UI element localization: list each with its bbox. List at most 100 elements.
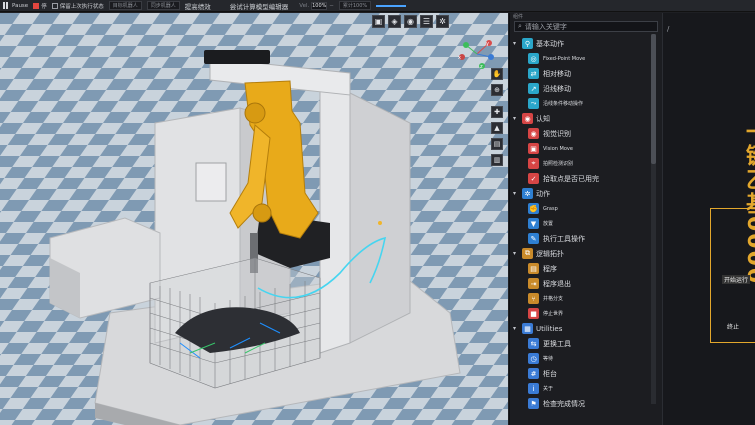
camera: [204, 50, 270, 64]
component-item[interactable]: ⌖ 拍照检测识别: [510, 156, 657, 171]
eye-icon[interactable]: ◉: [404, 15, 417, 28]
speed-decrease-icon[interactable]: −: [329, 3, 334, 9]
flag-icon: ⚑: [528, 398, 539, 409]
speed-control: Vel. 100% −: [299, 1, 334, 10]
stop-button[interactable]: 停: [33, 2, 47, 10]
speed-value[interactable]: 100%: [311, 1, 328, 10]
component-item[interactable]: ⇄ 相对移动: [510, 66, 657, 81]
panel-scrollbar[interactable]: [651, 34, 656, 404]
component-item[interactable]: ⚑ 检查完成情况: [510, 396, 657, 411]
line-icon: ↗: [528, 83, 539, 94]
pause-label: Pause: [12, 2, 29, 9]
component-panel: 组件 ⌕ 请输入关键字 ▾ ⚲ 基本动作 ◎ Fixed-Point Move ⇄ 相对移动…: [509, 13, 662, 425]
search-input[interactable]: ⌕ 请输入关键字: [514, 21, 658, 32]
category-2[interactable]: ▾ ✲ 动作: [510, 186, 657, 201]
caret-down-icon[interactable]: ▾: [513, 40, 519, 47]
component-item[interactable]: ⇥ 程序退出: [510, 276, 657, 291]
component-item-label: 程序: [543, 264, 557, 273]
waypoint: [378, 221, 382, 225]
caret-down-icon[interactable]: ▾: [513, 190, 519, 197]
frame-icon[interactable]: ▥: [491, 154, 503, 166]
component-item[interactable]: ▤ 程序: [510, 261, 657, 276]
gizmo-y-label: y: [486, 41, 489, 47]
category-1[interactable]: ▾ ◉ 认知: [510, 111, 657, 126]
component-item-label: 检查完成情况: [543, 399, 585, 408]
caret-down-icon[interactable]: ▾: [513, 250, 519, 257]
stop-label: 停: [41, 3, 47, 10]
component-item[interactable]: ⤳ 沿线条件移动操作: [510, 96, 657, 111]
component-item[interactable]: ■ 停止世界: [510, 306, 657, 321]
scrollbar-thumb[interactable]: [651, 34, 656, 164]
category-label: 逻辑拓扑: [536, 249, 564, 258]
component-item[interactable]: ◷ 等待: [510, 351, 657, 366]
component-item[interactable]: ◉ 视觉识别: [510, 126, 657, 141]
component-item[interactable]: ↗ 沿线移动: [510, 81, 657, 96]
component-item-label: 放置: [543, 221, 554, 227]
zoom-icon[interactable]: ⊕: [491, 84, 503, 96]
component-item[interactable]: ▼ 放置: [510, 216, 657, 231]
window-title-text: 尝试计算模型编辑器: [229, 2, 289, 11]
ruler-icon[interactable]: ▲: [491, 122, 503, 134]
component-item-label: 相对移动: [543, 69, 571, 78]
panel-header: 组件: [513, 14, 524, 20]
category-label: Utilities: [536, 324, 563, 333]
component-item-label: 等待: [543, 356, 554, 362]
hand-icon[interactable]: ✋: [491, 68, 503, 80]
keep-state-label: 保留上次执行状态: [59, 3, 104, 10]
flow-node-tab[interactable]: 开始运行: [722, 275, 751, 284]
gear-icon[interactable]: ✲: [436, 15, 449, 28]
path-icon: ⤳: [528, 98, 539, 109]
component-item[interactable]: ◎ Fixed-Point Move: [510, 51, 657, 66]
component-item[interactable]: i 关于: [510, 381, 657, 396]
component-item-label: 执行工具操作: [543, 234, 585, 243]
scan-icon: ⌖: [528, 158, 539, 169]
3d-viewport[interactable]: ▣ ◈ ◉ ☰ ✲ x y z ✋ ⊕ ✚ ▲ ▤ ▥: [0, 13, 508, 425]
branch-icon: ⑂: [528, 293, 539, 304]
speed-label: Vel.: [299, 2, 310, 9]
component-item-label: 柜台: [543, 369, 557, 378]
accumulate-field[interactable]: 累计100%: [338, 1, 372, 10]
view-toolbar: ▣ ◈ ◉ ☰ ✲: [372, 15, 449, 28]
component-item[interactable]: ✓ 拾取点是否已用完: [510, 171, 657, 186]
category-0[interactable]: ▾ ⚲ 基本动作: [510, 36, 657, 51]
component-item-label: Vision Move: [543, 145, 573, 152]
canvas-path: /: [667, 25, 670, 33]
speed-slider[interactable]: [376, 4, 407, 7]
keep-state-checkbox[interactable]: 保留上次执行状态: [51, 2, 104, 10]
cube-icon[interactable]: ▣: [372, 15, 385, 28]
sync-robot-placeholder: 同步机器人: [150, 3, 176, 9]
component-item[interactable]: ✊ Grasp: [510, 201, 657, 216]
drop-icon: ▼: [528, 218, 539, 229]
improve-label: 提高绩效: [184, 2, 211, 11]
component-item[interactable]: ✎ 执行工具操作: [510, 231, 657, 246]
speed-slider-fill: [376, 4, 407, 7]
list-icon[interactable]: ☰: [420, 15, 433, 28]
camera-icon: ▣: [528, 143, 539, 154]
target-robot-field[interactable]: 目标机器人: [108, 1, 142, 10]
eye-icon: ◉: [528, 128, 539, 139]
component-item[interactable]: ⇆ 更换工具: [510, 336, 657, 351]
caret-down-icon[interactable]: ▾: [513, 115, 519, 122]
component-item-label: 视觉识别: [543, 129, 571, 138]
search-icon: ⌕: [518, 22, 522, 30]
accumulate-label: 累计100%: [342, 3, 368, 9]
component-item-label: Fixed-Point Move: [543, 55, 586, 62]
category-4[interactable]: ▾ ▦ Utilities: [510, 321, 657, 336]
component-item[interactable]: ▣ Vision Move: [510, 141, 657, 156]
grip-icon: ✊: [528, 203, 539, 214]
sync-robot-field[interactable]: 同步机器人: [146, 1, 180, 10]
gizmo-y-axis: [463, 42, 469, 48]
component-item[interactable]: ⑂ 并格分支: [510, 291, 657, 306]
fit-icon[interactable]: ✚: [491, 106, 503, 118]
cubes-icon[interactable]: ◈: [388, 15, 401, 28]
component-item-label: 沿线移动: [543, 84, 571, 93]
robot-scene[interactable]: [0, 13, 508, 425]
caret-down-icon[interactable]: ▾: [513, 325, 519, 332]
pause-button[interactable]: Pause: [3, 2, 28, 9]
component-item-label: 沿线条件移动操作: [543, 101, 584, 107]
layers-icon[interactable]: ▤: [491, 138, 503, 150]
component-item[interactable]: # 柜台: [510, 366, 657, 381]
improve-performance-button[interactable]: 提高绩效: [185, 1, 211, 11]
category-3[interactable]: ▾ ⧉ 逻辑拓扑: [510, 246, 657, 261]
component-item-label: 程序退出: [543, 279, 571, 288]
